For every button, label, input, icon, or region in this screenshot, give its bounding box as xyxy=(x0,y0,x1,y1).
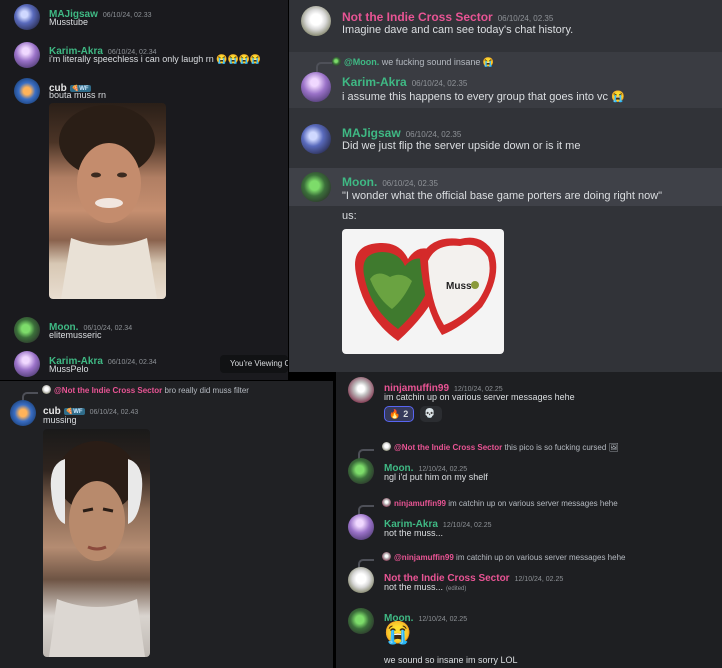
image-attachment[interactable] xyxy=(43,429,150,657)
author-name[interactable]: MAJigsaw xyxy=(342,126,401,140)
clan-tag[interactable]: 🍕WF xyxy=(63,408,85,415)
reply-avatar xyxy=(42,385,51,394)
avatar[interactable] xyxy=(348,567,374,593)
image-attachment[interactable] xyxy=(49,103,166,299)
heart-box-illustration: Muss xyxy=(355,237,497,341)
avatar[interactable] xyxy=(348,514,374,540)
message-text: Imagine dave and cam see today's chat hi… xyxy=(342,24,574,36)
timestamp: 12/10/24, 02.25 xyxy=(418,616,468,623)
message-text: mussing xyxy=(43,415,77,425)
avatar[interactable] xyxy=(301,6,331,36)
avatar[interactable] xyxy=(348,458,374,484)
timestamp: 06/10/24, 02.33 xyxy=(102,12,152,19)
skull-emoji: 💀 xyxy=(424,408,436,418)
message-text: im catchin up on various server messages… xyxy=(384,392,575,402)
reply-author: @ninjamuffin99 xyxy=(394,553,454,562)
message-text: Did we just flip the server upside down … xyxy=(342,140,581,152)
avatar[interactable] xyxy=(14,4,40,30)
emoji: 😭 xyxy=(611,91,625,103)
message-text: ngl i'd put him on my shelf xyxy=(384,472,488,482)
reply-avatar xyxy=(382,498,391,507)
avatar[interactable] xyxy=(10,400,36,426)
message-text: bouta muss rn xyxy=(49,90,107,100)
message-text: i assume this happens to every group tha… xyxy=(342,91,625,103)
reply-spine xyxy=(316,62,332,72)
timestamp: 12/10/24, 02.25 xyxy=(442,522,492,529)
message-text: us: xyxy=(342,210,357,222)
avatar[interactable] xyxy=(348,377,374,403)
reply-preview[interactable]: @Not the Indie Cross Sector bro really d… xyxy=(42,385,249,395)
reply-avatar xyxy=(382,442,391,451)
image-icon: 🖼 xyxy=(608,443,619,452)
emoji: 😭😭😭😭 xyxy=(216,54,262,64)
message-text: not the muss... (edited) xyxy=(384,582,467,592)
timestamp: 12/10/24, 02.25 xyxy=(514,576,564,583)
message-text: we sound so insane im sorry LOL xyxy=(384,655,518,665)
reply-text: bro really did muss filter xyxy=(164,386,249,395)
avatar[interactable] xyxy=(301,72,331,102)
reaction-count: 2 xyxy=(403,409,409,419)
edited-label: (edited) xyxy=(446,586,467,592)
timestamp: 06/10/24, 02.35 xyxy=(405,130,462,139)
avatar[interactable] xyxy=(348,608,374,634)
reply-preview[interactable]: @ninjamuffin99 im catchin up on various … xyxy=(382,552,625,562)
reply-preview[interactable]: @Not the Indie Cross Sector this pico is… xyxy=(382,442,619,452)
reply-text: im catchin up on various server messages… xyxy=(448,499,618,508)
photo-illustration xyxy=(59,105,157,299)
avatar[interactable] xyxy=(14,317,40,343)
timestamp: 06/10/24, 02.43 xyxy=(89,409,139,416)
author-name[interactable]: Not the Indie Cross Sector xyxy=(342,10,493,24)
reply-text: we fucking sound insane xyxy=(381,57,481,67)
chat-panel-top-left: MAJigsaw 06/10/24, 02.33 Musstube Karim-A… xyxy=(0,0,288,380)
message-header: Karim-Akra 06/10/24, 02.35 xyxy=(342,73,467,91)
timestamp: 06/10/24, 02.34 xyxy=(107,359,157,366)
timestamp: 06/10/24, 02.35 xyxy=(411,79,468,88)
avatar[interactable] xyxy=(301,124,331,154)
avatar[interactable] xyxy=(14,42,40,68)
box-label: Muss xyxy=(446,281,472,292)
reply-avatar xyxy=(332,57,341,66)
timestamp: 06/10/24, 02.35 xyxy=(382,179,438,188)
message-header: Moon. 06/10/24, 02.35 xyxy=(342,173,438,191)
message-text: Musstube xyxy=(49,17,89,27)
reply-preview[interactable]: ninjamuffin99 im catchin up on various s… xyxy=(382,498,618,508)
image-attachment[interactable]: Muss xyxy=(342,229,504,354)
reaction-skull[interactable]: 💀 xyxy=(420,406,442,422)
fire-emoji: 🔥 xyxy=(389,409,401,419)
reply-text: im catchin up on various server messages… xyxy=(456,553,626,562)
reply-author: @Moon. xyxy=(344,57,380,67)
reply-author: ninjamuffin99 xyxy=(394,499,447,508)
message-text: "I wonder what the official base game po… xyxy=(342,190,663,202)
reply-preview[interactable]: @Moon. we fucking sound insane 😭 xyxy=(332,57,494,68)
message-text: MussPelo xyxy=(49,364,89,374)
viewing-older-messages-toast[interactable]: You're Viewing O xyxy=(220,355,288,373)
portrait-illustration xyxy=(49,441,145,657)
avatar[interactable] xyxy=(14,78,40,104)
crying-emoji: 😭 xyxy=(384,620,412,645)
timestamp: 06/10/24, 02.35 xyxy=(497,14,554,23)
reaction-fire[interactable]: 🔥 2 xyxy=(384,406,414,422)
message-text: not the muss... xyxy=(384,528,444,538)
message-text: i'm literally speechless i can only laug… xyxy=(49,54,262,64)
reply-author: @Not the Indie Cross Sector xyxy=(394,443,503,452)
avatar[interactable] xyxy=(301,172,331,202)
emoji: 😭 xyxy=(482,57,495,67)
message-text: elitemusseric xyxy=(49,330,102,340)
reply-avatar xyxy=(382,552,391,561)
author-name[interactable]: Moon. xyxy=(342,175,377,189)
reply-text: this pico is so fucking cursed xyxy=(504,443,607,452)
reply-author: @Not the Indie Cross Sector xyxy=(54,386,163,395)
avatar[interactable] xyxy=(14,351,40,377)
author-name[interactable]: Karim-Akra xyxy=(342,75,407,89)
